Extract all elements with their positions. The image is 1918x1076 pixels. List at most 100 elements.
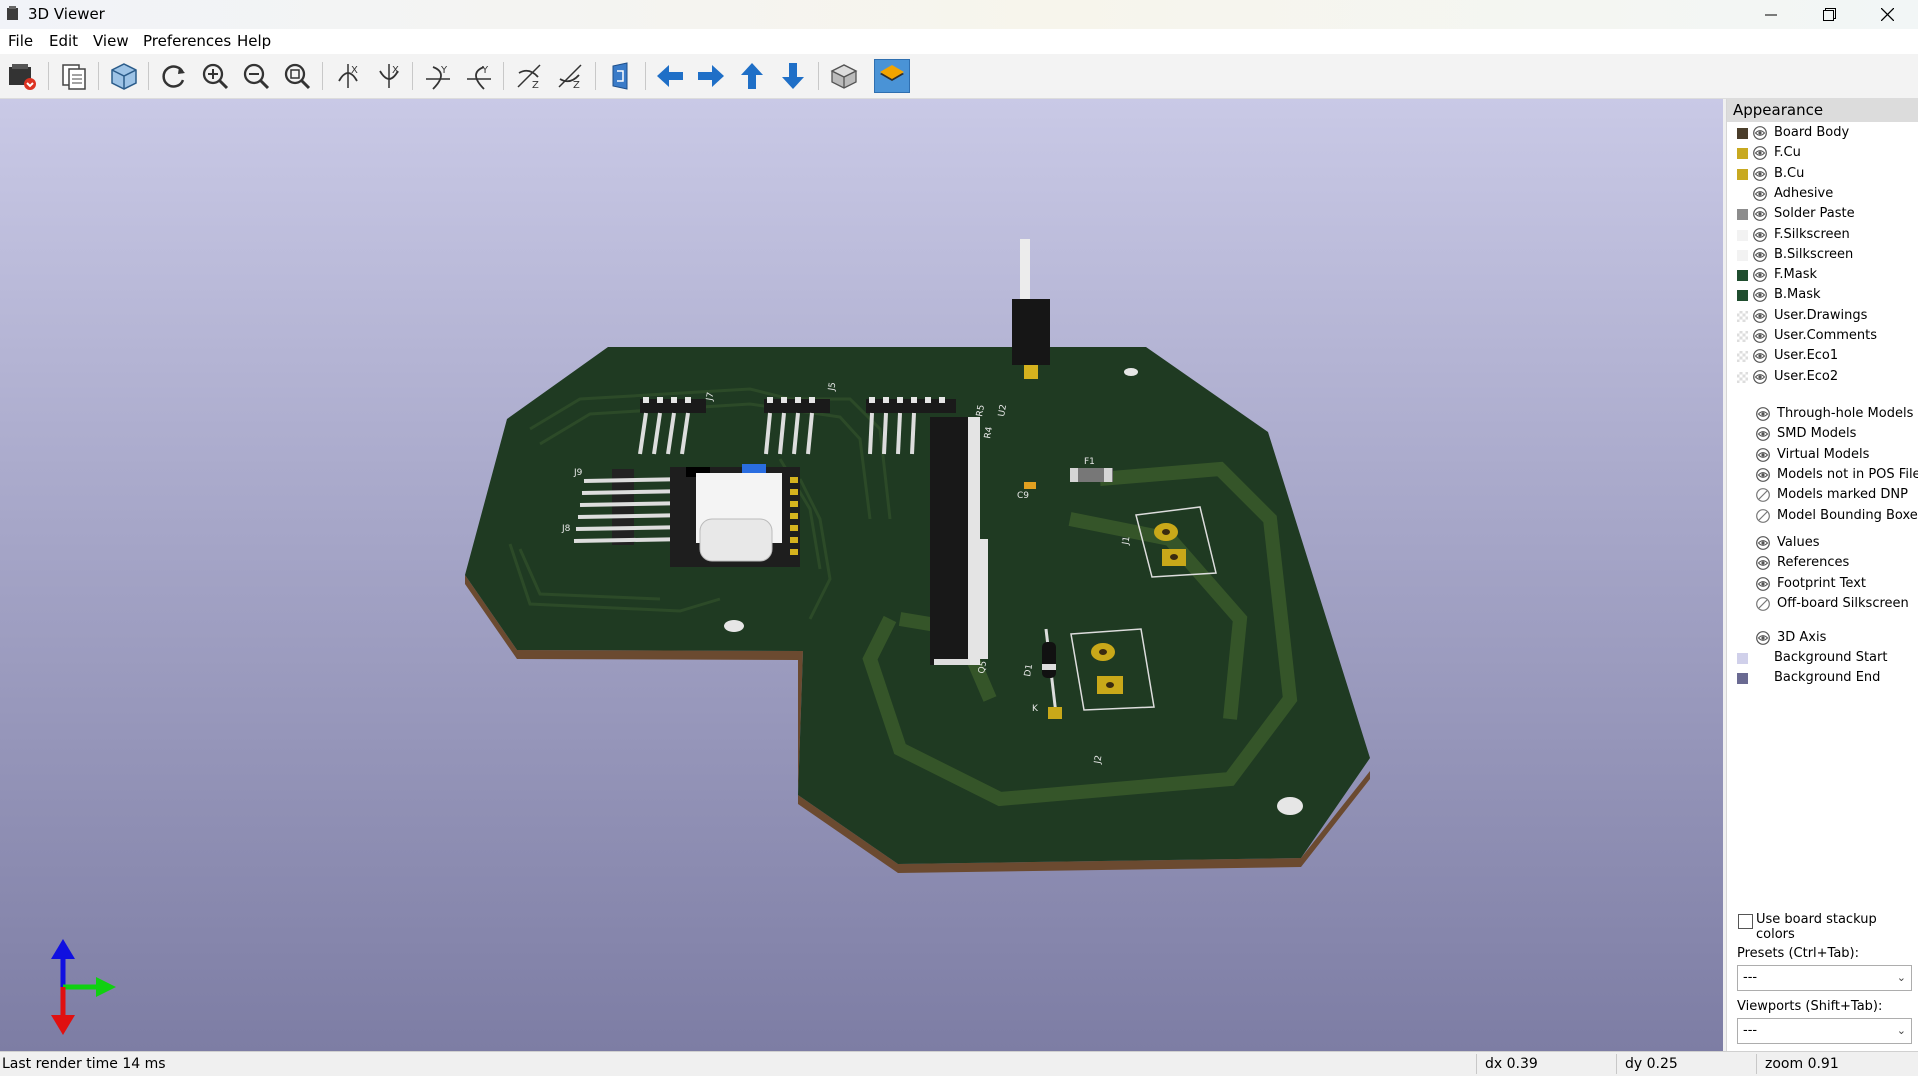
- layer-color-swatch[interactable]: [1737, 310, 1748, 322]
- layer-color-swatch[interactable]: [1737, 290, 1748, 302]
- eye-icon[interactable]: [1753, 227, 1767, 242]
- zoom-status: zoom 0.91: [1765, 1056, 1839, 1072]
- restore-button[interactable]: [1800, 0, 1858, 29]
- layer-row-user-drawings[interactable]: User.Drawings: [1727, 306, 1918, 326]
- eye-icon[interactable]: [1756, 576, 1770, 591]
- eye-icon[interactable]: [1756, 631, 1770, 645]
- layer-row-b-cu[interactable]: B.Cu: [1727, 164, 1918, 184]
- menu-edit[interactable]: Edit: [49, 32, 78, 50]
- menu-preferences[interactable]: Preferences: [143, 32, 231, 50]
- eye-icon[interactable]: [1756, 407, 1770, 421]
- eye-icon[interactable]: [1756, 467, 1770, 482]
- viewports-dropdown[interactable]: --- ⌄: [1737, 1018, 1912, 1044]
- use-stackup-colors-checkbox[interactable]: [1738, 914, 1753, 929]
- layer-color-swatch[interactable]: [1737, 148, 1748, 160]
- layer-color-swatch[interactable]: [1737, 270, 1748, 282]
- layer-row-solder-paste[interactable]: Solder Paste: [1727, 204, 1918, 224]
- menu-help[interactable]: Help: [237, 32, 271, 50]
- eye-icon[interactable]: [1756, 556, 1770, 571]
- move-right-button[interactable]: [693, 59, 729, 93]
- layer-color-swatch[interactable]: [1737, 168, 1748, 180]
- eye-icon[interactable]: [1753, 186, 1767, 201]
- move-up-button[interactable]: [734, 59, 770, 93]
- layer-color-swatch[interactable]: [1737, 249, 1748, 261]
- eye-hidden-icon[interactable]: [1756, 508, 1770, 523]
- layer-color-swatch[interactable]: [1737, 229, 1748, 241]
- show-layers-button[interactable]: [874, 59, 910, 93]
- layer-row-board-body[interactable]: Board Body: [1727, 123, 1918, 143]
- eye-icon[interactable]: [1753, 329, 1767, 343]
- layer-row-adhesive[interactable]: Adhesive: [1727, 184, 1918, 204]
- option-row-model-bounding-boxes[interactable]: Model Bounding Boxes: [1727, 506, 1918, 526]
- flip-board-button[interactable]: [602, 59, 638, 93]
- option-row-through-hole-models[interactable]: Through-hole Models: [1727, 404, 1918, 424]
- layer-row-user-comments[interactable]: User.Comments: [1727, 326, 1918, 346]
- copy-image-button[interactable]: [56, 59, 92, 93]
- layer-color-swatch[interactable]: [1737, 331, 1748, 342]
- background-color-swatch[interactable]: [1737, 653, 1748, 664]
- layer-row-user-eco2[interactable]: User.Eco2: [1727, 367, 1918, 387]
- layer-color-swatch[interactable]: [1737, 209, 1748, 221]
- background-color-swatch[interactable]: [1737, 673, 1748, 685]
- option-row-models-marked-dnp[interactable]: Models marked DNP: [1727, 485, 1918, 505]
- move-down-button[interactable]: [775, 59, 811, 93]
- rotate-x-ccw-button[interactable]: X: [371, 59, 407, 93]
- capacitor-c9: [1024, 482, 1036, 489]
- menu-file[interactable]: File: [8, 32, 33, 50]
- eye-hidden-icon[interactable]: [1756, 488, 1770, 503]
- rotate-y-cw-button[interactable]: Y: [420, 59, 456, 93]
- eye-icon[interactable]: [1756, 447, 1770, 462]
- rotate-y-ccw-button[interactable]: Y: [461, 59, 497, 93]
- eye-icon[interactable]: [1756, 427, 1770, 442]
- option-row-smd-models[interactable]: SMD Models: [1727, 424, 1918, 444]
- eye-icon[interactable]: [1753, 146, 1767, 161]
- zoom-in-button[interactable]: [197, 59, 233, 93]
- layer-row-b-mask[interactable]: B.Mask: [1727, 285, 1918, 305]
- zoom-out-button[interactable]: [238, 59, 274, 93]
- option-row-3d-axis[interactable]: 3D Axis: [1727, 628, 1918, 648]
- eye-icon[interactable]: [1753, 349, 1767, 364]
- eye-icon[interactable]: [1756, 536, 1770, 550]
- layer-color-swatch[interactable]: [1737, 351, 1748, 363]
- board-view-button[interactable]: [106, 59, 142, 93]
- layer-row-b-silkscreen[interactable]: B.Silkscreen: [1727, 245, 1918, 265]
- option-row-references[interactable]: References: [1727, 553, 1918, 573]
- eye-icon[interactable]: [1753, 369, 1767, 384]
- layer-color-swatch[interactable]: [1737, 128, 1748, 139]
- eye-icon[interactable]: [1753, 207, 1767, 222]
- 3d-viewport[interactable]: J9 J8 J7 J5 C9 F1 J1 D1 K J2 Q5 U2 R5 R4: [0, 99, 1723, 1051]
- rotate-x-cw-button[interactable]: X: [330, 59, 366, 93]
- option-label: SMD Models: [1777, 426, 1857, 442]
- option-row-background-end[interactable]: Background End: [1727, 668, 1918, 688]
- option-row-footprint-text[interactable]: Footprint Text: [1727, 574, 1918, 594]
- eye-icon[interactable]: [1753, 126, 1767, 140]
- layer-row-f-mask[interactable]: F.Mask: [1727, 265, 1918, 285]
- option-label: Footprint Text: [1777, 575, 1866, 591]
- move-left-button[interactable]: [652, 59, 688, 93]
- layer-row-f-cu[interactable]: F.Cu: [1727, 143, 1918, 163]
- rotate-z-cw-button[interactable]: Z: [511, 59, 547, 93]
- presets-dropdown[interactable]: --- ⌄: [1737, 965, 1912, 991]
- layer-color-swatch[interactable]: [1737, 371, 1748, 383]
- zoom-fit-button[interactable]: [279, 59, 315, 93]
- eye-icon[interactable]: [1753, 308, 1767, 323]
- option-row-background-start[interactable]: Background Start: [1727, 648, 1918, 668]
- render-raytraced-button[interactable]: [4, 59, 40, 93]
- layer-row-user-eco1[interactable]: User.Eco1: [1727, 346, 1918, 366]
- option-row-models-not-in-pos-file[interactable]: Models not in POS File: [1727, 465, 1918, 485]
- layer-row-f-silkscreen[interactable]: F.Silkscreen: [1727, 225, 1918, 245]
- eye-icon[interactable]: [1753, 247, 1767, 262]
- close-button[interactable]: [1858, 0, 1916, 29]
- option-row-values[interactable]: Values: [1727, 533, 1918, 553]
- rotate-z-ccw-button[interactable]: Z: [552, 59, 588, 93]
- eye-hidden-icon[interactable]: [1756, 596, 1770, 611]
- option-row-off-board-silkscreen[interactable]: Off-board Silkscreen: [1727, 594, 1918, 614]
- eye-icon[interactable]: [1753, 268, 1767, 282]
- minimize-button[interactable]: [1742, 0, 1800, 29]
- eye-icon[interactable]: [1753, 288, 1767, 303]
- orthographic-button[interactable]: [826, 59, 862, 93]
- option-row-virtual-models[interactable]: Virtual Models: [1727, 445, 1918, 465]
- eye-icon[interactable]: [1753, 166, 1767, 181]
- menu-view[interactable]: View: [93, 32, 129, 50]
- reload-button[interactable]: [156, 59, 192, 93]
